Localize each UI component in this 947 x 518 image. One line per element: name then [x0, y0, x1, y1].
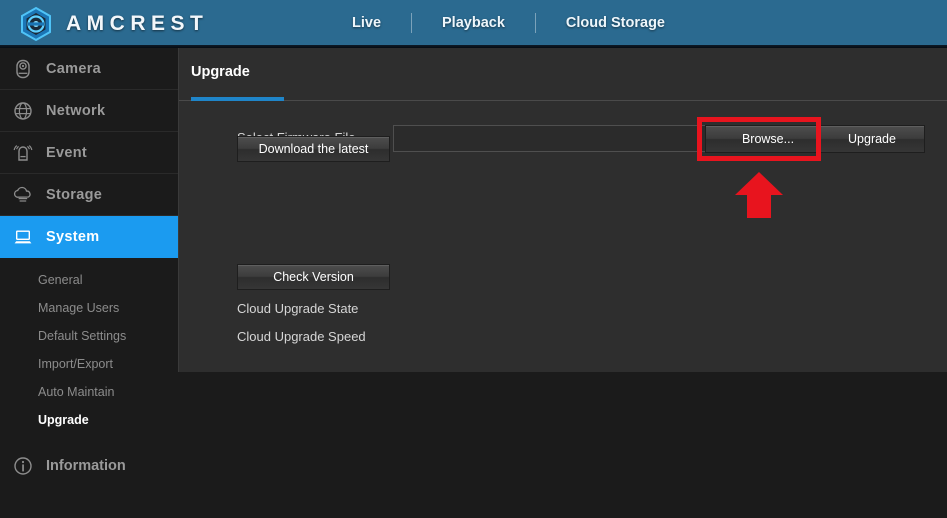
content-panel: Upgrade Select Firmware File Browse... U… [178, 48, 947, 372]
sidebar-item-network[interactable]: Network [0, 90, 178, 132]
sidebar-item-camera[interactable]: Camera [0, 48, 178, 90]
nav-item-cloud-storage[interactable]: Cloud Storage [536, 12, 695, 34]
sidebar-subitem-auto-maintain[interactable]: Auto Maintain [0, 378, 178, 406]
download-latest-button[interactable]: Download the latest [237, 136, 390, 162]
sidebar-item-system[interactable]: System [0, 216, 193, 258]
check-version-button[interactable]: Check Version [237, 264, 390, 290]
browse-button[interactable]: Browse... [705, 125, 831, 153]
sidebar-item-information[interactable]: Information [0, 446, 178, 486]
sidebar-item-label: Event [46, 144, 87, 161]
sidebar: Camera Network Event Storage System Gene… [0, 48, 193, 518]
cloud-upgrade-speed-label: Cloud Upgrade Speed [237, 329, 366, 344]
sidebar-item-label: Camera [46, 60, 101, 77]
firmware-file-input[interactable] [393, 125, 713, 152]
tab-bar: Upgrade [179, 48, 947, 101]
upgrade-button[interactable]: Upgrade [819, 125, 925, 153]
monitor-icon [10, 224, 36, 250]
tab-upgrade[interactable]: Upgrade [191, 64, 250, 80]
nav-item-live[interactable]: Live [322, 12, 411, 34]
app-header: AMCREST Live Playback Cloud Storage [0, 0, 947, 48]
red-up-arrow [734, 172, 784, 218]
alarm-bell-icon [10, 140, 36, 166]
sidebar-subitem-general[interactable]: General [0, 266, 178, 294]
upgrade-form: Select Firmware File Browse... Upgrade D… [179, 101, 947, 344]
sidebar-item-storage[interactable]: Storage [0, 174, 178, 216]
sidebar-item-label: Information [46, 458, 126, 474]
sidebar-item-label: System [46, 229, 100, 245]
sidebar-item-label: Storage [46, 186, 103, 203]
sidebar-subitem-manage-users[interactable]: Manage Users [0, 294, 178, 322]
sidebar-item-event[interactable]: Event [0, 132, 178, 174]
sidebar-subitem-import-export[interactable]: Import/Export [0, 350, 178, 378]
globe-icon [10, 98, 36, 124]
sidebar-subitem-default-settings[interactable]: Default Settings [0, 322, 178, 350]
cloud-icon [10, 182, 36, 208]
info-circle-icon [10, 453, 36, 479]
nav-item-playback[interactable]: Playback [412, 12, 535, 34]
amcrest-web-ui: AMCREST Live Playback Cloud Storage Came… [0, 0, 947, 518]
system-submenu: General Manage Users Default Settings Im… [0, 258, 178, 440]
cloud-upgrade-state-label: Cloud Upgrade State [237, 301, 359, 316]
sidebar-subitem-upgrade[interactable]: Upgrade [0, 406, 178, 434]
camera-icon [10, 56, 36, 82]
top-navigation: Live Playback Cloud Storage [0, 12, 947, 34]
sidebar-item-label: Network [46, 102, 106, 119]
